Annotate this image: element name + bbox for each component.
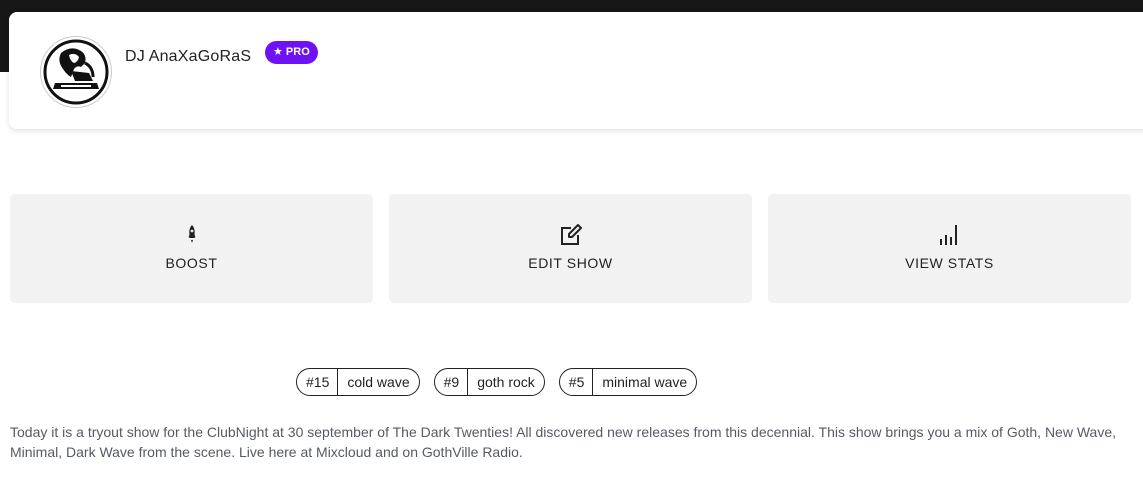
pro-badge: ★ PRO bbox=[265, 41, 318, 64]
tag-rank: #9 bbox=[435, 369, 469, 395]
tag-genre: minimal wave bbox=[602, 374, 688, 390]
genre-tags: #15 cold wave #9 goth rock #5 minimal wa… bbox=[296, 368, 698, 396]
tag-rank: #15 bbox=[297, 369, 339, 395]
genre-tag[interactable]: #5 minimal wave bbox=[558, 368, 698, 396]
tag-genre: goth rock bbox=[477, 374, 535, 390]
rocket-icon bbox=[188, 225, 195, 243]
genre-tag[interactable]: #15 cold wave bbox=[296, 368, 420, 396]
profile-header-card: DJ AnaXaGoRaS ★ PRO bbox=[9, 12, 1143, 129]
dj-avatar-icon[interactable] bbox=[40, 36, 112, 108]
view-stats-button[interactable]: VIEW STATS bbox=[768, 194, 1131, 303]
tag-genre: cold wave bbox=[347, 374, 410, 390]
edit-icon bbox=[560, 224, 582, 245]
boost-button[interactable]: BOOST bbox=[10, 194, 373, 303]
boost-label: BOOST bbox=[165, 255, 218, 271]
tag-rank: #5 bbox=[560, 369, 594, 395]
bar-chart-icon bbox=[939, 225, 957, 245]
edit-show-button[interactable]: EDIT SHOW bbox=[389, 194, 752, 303]
view-stats-label: VIEW STATS bbox=[905, 255, 994, 271]
dj-name[interactable]: DJ AnaXaGoRaS bbox=[125, 48, 251, 66]
genre-tag[interactable]: #9 goth rock bbox=[433, 368, 545, 396]
show-description: Today it is a tryout show for the ClubNi… bbox=[10, 424, 1116, 460]
edit-show-label: EDIT SHOW bbox=[528, 255, 613, 271]
